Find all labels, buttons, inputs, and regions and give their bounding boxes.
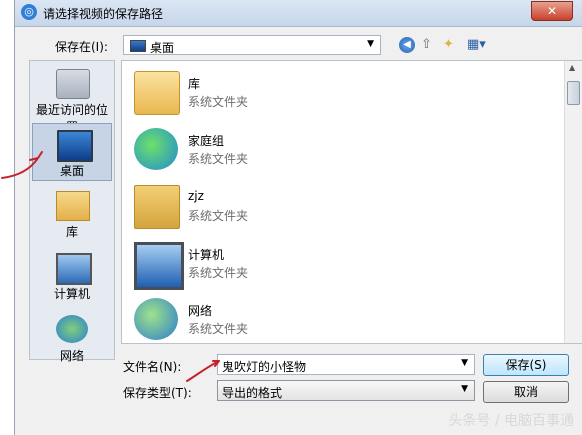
annotation-arrow-filename: [186, 360, 220, 382]
file-name: 库: [188, 77, 201, 91]
library-icon: [134, 71, 180, 115]
place-label: 网络: [59, 349, 84, 363]
chevron-down-icon[interactable]: ▼: [461, 358, 468, 368]
filename-value: 鬼吹灯的小怪物: [222, 360, 307, 374]
homegroup-icon: [134, 128, 178, 170]
user-folder-icon: [134, 185, 180, 229]
file-name: zjz: [188, 189, 204, 203]
file-type: 系统文件夹: [188, 322, 249, 336]
scroll-up-icon[interactable]: ▲: [569, 63, 575, 72]
places-bar: 最近访问的位置 桌面 库 计算机 网络: [29, 60, 115, 363]
cancel-button[interactable]: 取消: [483, 381, 569, 403]
save-dialog: ◎ 请选择视频的保存路径 ✕ 保存在(I): 桌面 ▼ ◀ ⇧ ✦ ▦▾ 最近访…: [14, 0, 582, 435]
file-type: 系统文件夹: [188, 95, 249, 109]
save-button[interactable]: 保存(S): [483, 354, 569, 376]
computer-icon: [134, 242, 184, 290]
place-recent[interactable]: 最近访问的位置: [32, 63, 112, 134]
filename-label: 文件名(N):: [123, 360, 182, 374]
list-item[interactable]: 计算机 系统文件夹: [130, 240, 490, 290]
up-folder-button[interactable]: ⇧: [421, 37, 432, 53]
app-icon: ◎: [21, 4, 37, 20]
network-icon: [56, 315, 88, 343]
recent-places-icon: [56, 69, 90, 99]
place-computer[interactable]: 计算机: [32, 247, 112, 305]
file-type: 系统文件夹: [188, 266, 249, 280]
library-icon: [56, 191, 90, 221]
filename-input[interactable]: 鬼吹灯的小怪物 ▼: [217, 354, 475, 375]
file-type: 系统文件夹: [188, 152, 249, 166]
window-title: 请选择视频的保存路径: [43, 7, 164, 21]
save-in-label: 保存在(I):: [55, 40, 108, 54]
scroll-thumb[interactable]: [567, 81, 580, 105]
network-icon: [134, 298, 178, 340]
desktop-icon: [130, 40, 146, 52]
title-bar: ◎ 请选择视频的保存路径 ✕: [15, 0, 582, 27]
chevron-down-icon: ▼: [461, 384, 468, 394]
file-name: 计算机: [188, 248, 225, 262]
list-item[interactable]: zjz 系统文件夹: [130, 183, 490, 233]
list-item[interactable]: 库 系统文件夹: [130, 69, 490, 119]
computer-icon: [56, 253, 92, 285]
chevron-down-icon: ▼: [367, 39, 374, 49]
annotation-arrow-desktop: [1, 151, 43, 179]
save-in-dropdown[interactable]: 桌面 ▼: [123, 35, 381, 55]
view-menu-button[interactable]: ▦▾: [467, 37, 486, 53]
file-type: 系统文件夹: [188, 209, 249, 223]
place-library[interactable]: 库: [32, 185, 112, 243]
desktop-icon: [57, 130, 93, 162]
filetype-value: 导出的格式: [222, 386, 283, 400]
close-button[interactable]: ✕: [531, 1, 573, 21]
file-name: 家庭组: [188, 134, 225, 148]
vertical-scrollbar[interactable]: ▲: [564, 61, 582, 343]
place-network[interactable]: 网络: [32, 309, 112, 367]
new-folder-button[interactable]: ✦: [443, 37, 454, 53]
back-button[interactable]: ◀: [399, 37, 415, 53]
watermark: 头条号 / 电脑百事通: [448, 413, 574, 429]
list-item[interactable]: 家庭组 系统文件夹: [130, 126, 490, 176]
filetype-select[interactable]: 导出的格式 ▼: [217, 380, 475, 401]
save-in-value: 桌面: [150, 41, 175, 55]
file-list[interactable]: 库 系统文件夹 家庭组 系统文件夹 zjz 系统文件夹 计算机 系统文件夹 网络…: [121, 60, 582, 344]
place-label: 库: [65, 225, 78, 239]
list-item[interactable]: 网络 系统文件夹: [130, 296, 490, 346]
file-name: 网络: [188, 304, 213, 318]
place-label: 计算机: [53, 287, 90, 301]
filetype-label: 保存类型(T):: [123, 386, 192, 400]
